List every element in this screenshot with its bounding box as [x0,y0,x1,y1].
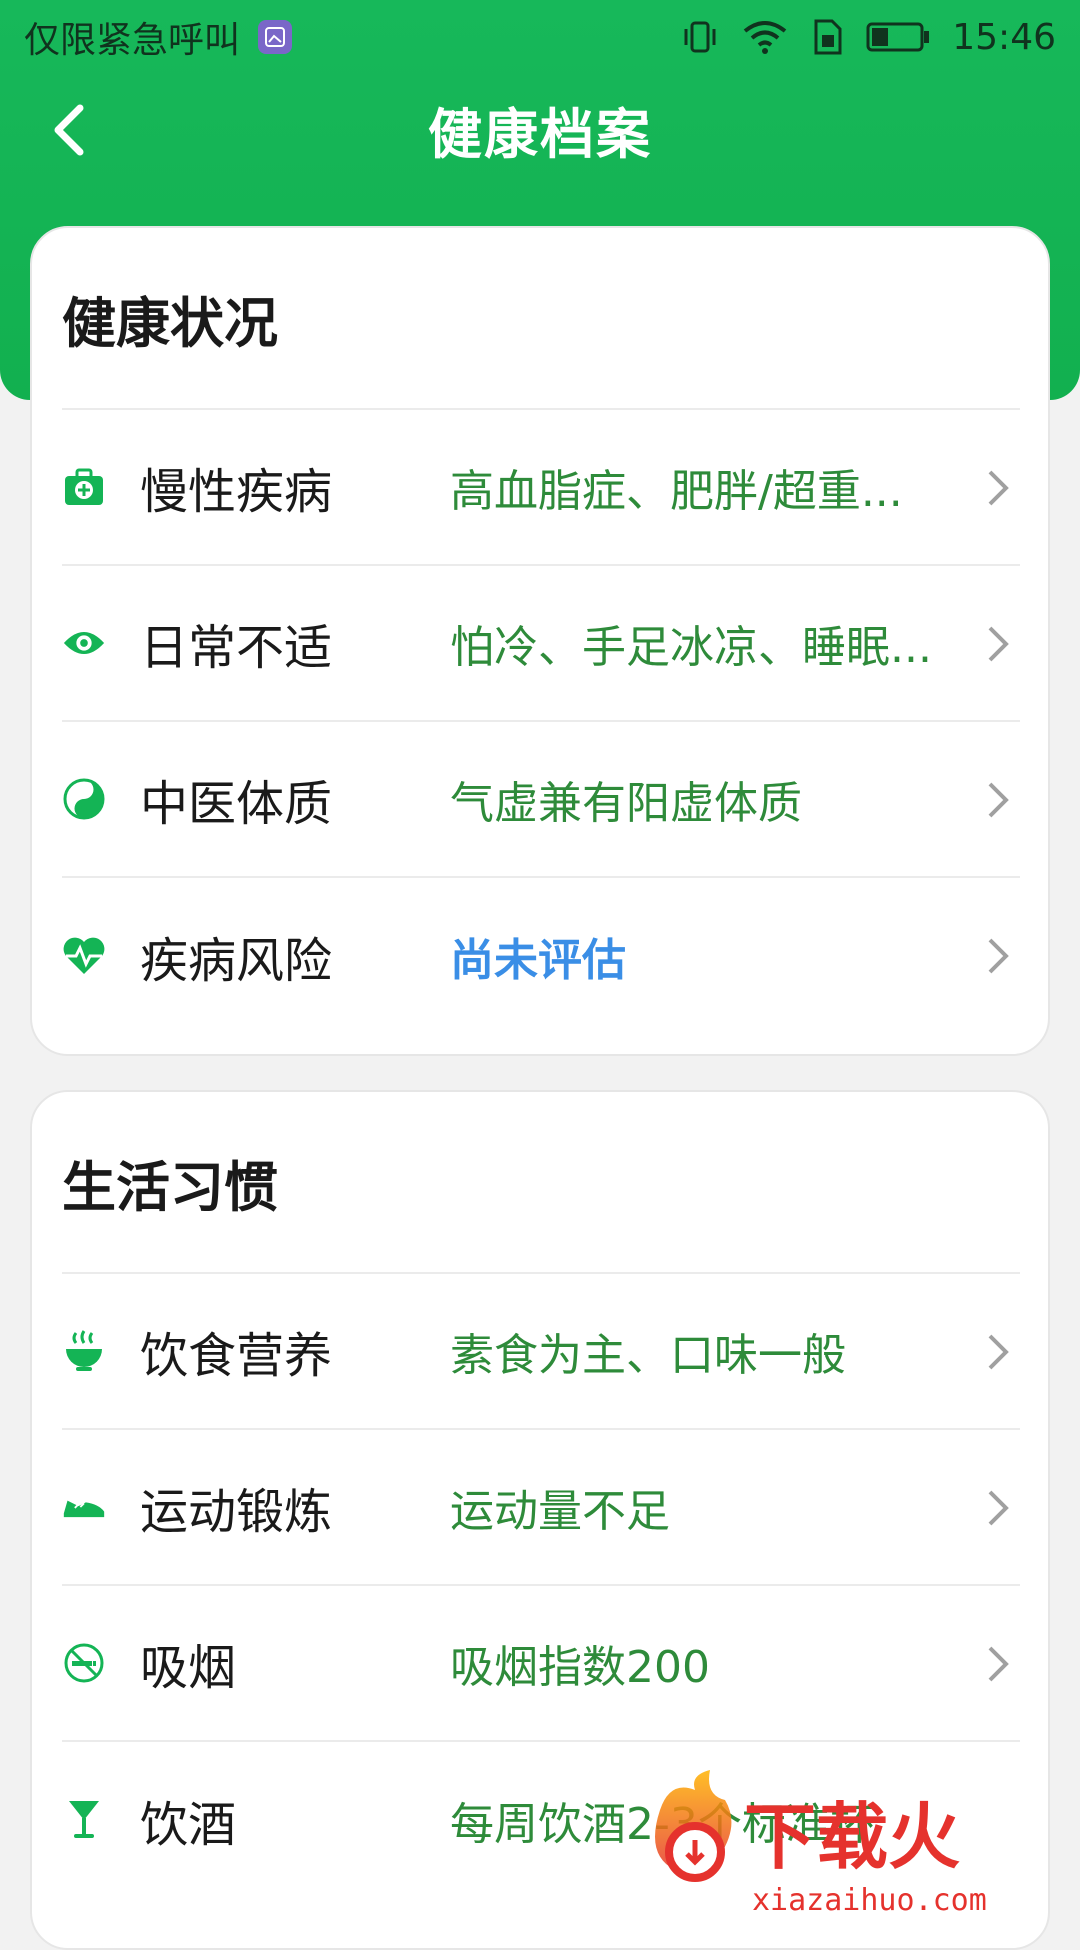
medical-kit-icon [62,465,106,509]
row-daily-discomfort[interactable]: 日常不适 怕冷、手足冰凉、睡眠... [62,566,1020,722]
chevron-right-icon [988,1646,1009,1682]
chevron-right-icon [988,626,1009,662]
row-diet-nutrition[interactable]: 饮食营养 素食为主、口味一般 [62,1274,1020,1430]
chevron-left-icon [54,104,84,156]
wifi-icon [744,21,787,54]
chevron-right-icon [988,782,1009,818]
row-smoking[interactable]: 吸烟 吸烟指数200 [62,1586,1020,1742]
top-bar: 健康档案 [0,74,1080,184]
chevron-right-icon [988,938,1009,974]
health-status-card: 健康状况 慢性疾病 高血脂症、肥胖/超重... 日常不适 怕冷、手足冰凉、睡眠.… [30,226,1050,1056]
row-tcm-constitution[interactable]: 中医体质 气虚兼有阳虚体质 [62,722,1020,878]
back-button[interactable] [30,90,110,170]
chevron-right-icon [988,1334,1009,1370]
clock: 15:46 [952,16,1056,58]
sim-icon [814,19,842,55]
section-title: 生活习惯 [62,1092,1020,1274]
wine-glass-icon [62,1798,106,1842]
section-title: 健康状况 [62,228,1020,410]
row-chronic-disease[interactable]: 慢性疾病 高血脂症、肥胖/超重... [62,410,1020,566]
svg-text:下载火: 下载火 [744,1795,960,1879]
chevron-right-icon [988,470,1009,506]
battery-icon [866,22,930,52]
image-notification-icon [258,20,293,54]
status-bar: 仅限紧急呼叫 15:46 [0,0,1080,74]
chevron-right-icon [988,1490,1009,1526]
no-smoking-icon [62,1641,106,1685]
watermark-logo: 下载火 xiazaihuo.com [655,1770,987,1918]
svg-text:xiazaihuo.com: xiazaihuo.com [752,1883,987,1918]
sneaker-icon [62,1485,106,1529]
eye-icon [62,621,106,665]
carrier-text: 仅限紧急呼叫 [24,20,241,61]
page-title: 健康档案 [428,102,652,166]
vibrate-icon [684,21,716,53]
bowl-icon [62,1329,106,1373]
row-exercise[interactable]: 运动锻炼 运动量不足 [62,1430,1020,1586]
yin-yang-icon [62,777,106,821]
heart-pulse-icon [62,934,106,978]
row-disease-risk[interactable]: 疾病风险 尚未评估 [62,878,1020,1034]
